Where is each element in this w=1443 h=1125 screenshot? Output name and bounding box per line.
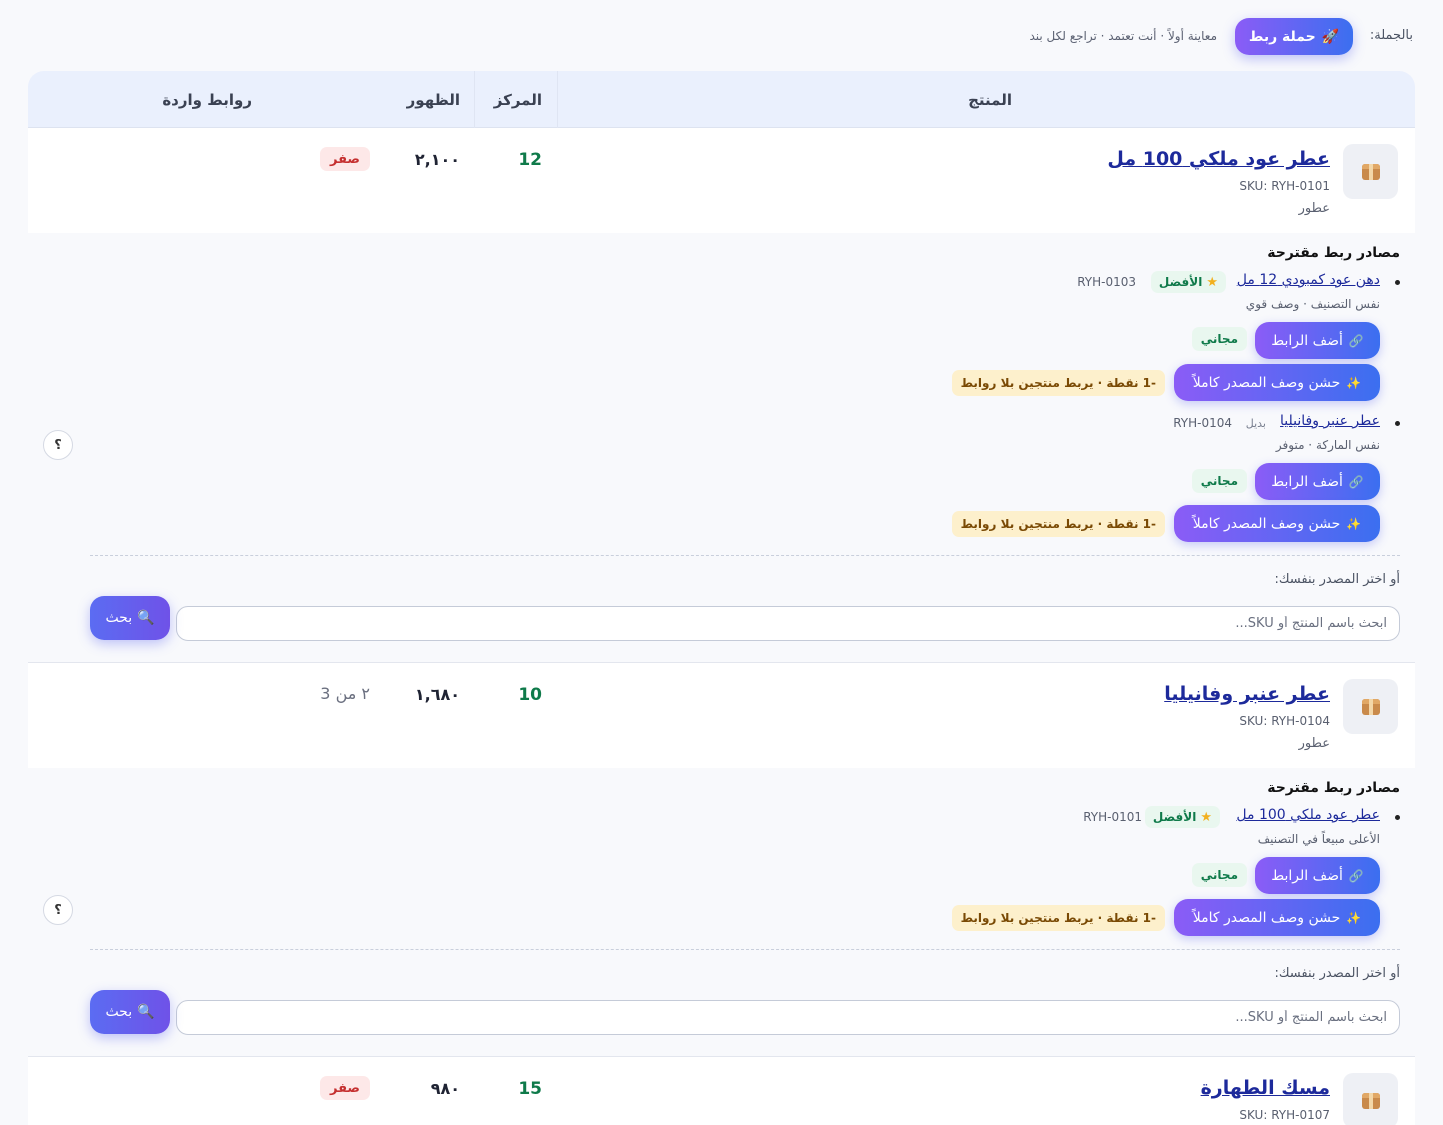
star-icon: ★ — [1206, 274, 1218, 290]
add-link-button[interactable]: 🔗 أضف الرابط — [1255, 463, 1380, 500]
dashed-divider — [90, 555, 1400, 556]
column-header-rank[interactable]: المركز — [494, 91, 542, 109]
package-icon — [1361, 1092, 1380, 1109]
dashed-divider — [90, 949, 1400, 950]
product-thumbnail — [1343, 1073, 1398, 1125]
star-icon: ★ — [1200, 809, 1212, 825]
best-label: الأفضل — [1158, 275, 1203, 289]
fill-description-label: حشن وصف المصدر كاملاً — [1192, 515, 1341, 532]
table-row: عطر عنبر وفانيليا SKU: RYH-0104 عطور 10 … — [28, 663, 1415, 768]
product-name-link[interactable]: مسك الطهارة — [1201, 1077, 1330, 1099]
rocket-icon: 🚀 — [1321, 28, 1340, 45]
product-sku: SKU: RYH-0107 — [1239, 1108, 1330, 1122]
fill-description-button[interactable]: ✨ حشن وصف المصدر كاملاً — [1174, 505, 1380, 542]
link-campaign-button[interactable]: 🚀 حملة ربط — [1235, 18, 1353, 55]
link-icon: 🔗 — [1348, 474, 1364, 489]
suggestion-product-link[interactable]: عطر عنبر وفانيليا — [1280, 413, 1380, 429]
rank-value: 12 — [518, 150, 542, 170]
fill-description-label: حشن وصف المصدر كاملاً — [1192, 909, 1341, 926]
suggestion-reason: الأعلى مبيعاً في التصنيف — [1257, 832, 1380, 846]
suggestion-sku: RYH-0104 — [1173, 416, 1232, 430]
link-icon: 🔗 — [1348, 868, 1364, 883]
search-input[interactable] — [176, 1000, 1400, 1035]
add-link-label: أضف الرابط — [1271, 332, 1343, 349]
product-sku: SKU: RYH-0104 — [1239, 714, 1330, 728]
sparkles-icon: ✨ — [1346, 910, 1362, 925]
magnifier-icon: 🔍 — [137, 1004, 155, 1020]
add-link-button[interactable]: 🔗 أضف الرابط — [1255, 857, 1380, 894]
column-divider — [557, 71, 558, 128]
cost-badge: -1 نقطة · يربط منتجين بلا روابط — [951, 370, 1165, 396]
list-bullet — [1395, 280, 1400, 285]
manual-source-label: أو اختر المصدر بنفسك: — [1274, 572, 1400, 587]
search-input[interactable] — [176, 606, 1400, 641]
suggestions-panel: ؟ مصادر ربط مقترحة عطر عود ملكي 100 مل ★… — [28, 768, 1415, 1056]
rank-value: 15 — [518, 1079, 542, 1099]
sparkles-icon: ✨ — [1346, 375, 1362, 390]
inbound-links-count: ٢ من 3 — [320, 684, 370, 703]
fill-description-button[interactable]: ✨ حشن وصف المصدر كاملاً — [1174, 364, 1380, 401]
table-row: عطر عود ملكي 100 مل SKU: RYH-0101 عطور 1… — [28, 128, 1415, 233]
views-value: ٢,١٠٠ — [414, 150, 460, 169]
search-button-label: بحث — [105, 1004, 133, 1020]
best-badge: ★ الأفضل — [1144, 806, 1220, 828]
best-label: الأفضل — [1152, 810, 1197, 824]
package-icon — [1361, 163, 1380, 180]
manual-source-label: أو اختر المصدر بنفسك: — [1274, 966, 1400, 981]
product-sku: SKU: RYH-0101 — [1239, 179, 1330, 193]
help-button[interactable]: ؟ — [43, 895, 73, 925]
suggestion-reason: نفس الماركة · متوفر — [1275, 438, 1380, 452]
table-row: مسك الطهارة SKU: RYH-0107 15 ٩٨٠ صفر — [28, 1057, 1415, 1125]
column-header-inbound-links[interactable]: روابط واردة — [162, 91, 252, 109]
suggestion-product-link[interactable]: عطر عود ملكي 100 مل — [1236, 807, 1380, 823]
product-name-link[interactable]: عطر عود ملكي 100 مل — [1107, 148, 1330, 170]
sparkles-icon: ✨ — [1346, 516, 1362, 531]
table-header: المنتج المركز الظهور روابط واردة — [28, 71, 1415, 128]
suggestions-title: مصادر ربط مقترحة — [1267, 780, 1400, 796]
rank-value: 10 — [518, 685, 542, 705]
views-value: ١,٦٨٠ — [414, 685, 460, 704]
search-button[interactable]: 🔍 بحث — [90, 990, 170, 1034]
search-button-label: بحث — [105, 610, 133, 626]
free-badge: مجاني — [1191, 327, 1247, 351]
product-category: عطور — [1298, 736, 1330, 751]
product-category: عطور — [1298, 201, 1330, 216]
suggestion-sku: RYH-0103 — [1077, 275, 1136, 289]
inbound-links-badge: صفر — [319, 1076, 370, 1100]
add-link-button[interactable]: 🔗 أضف الرابط — [1255, 322, 1380, 359]
product-name-link[interactable]: عطر عنبر وفانيليا — [1164, 683, 1330, 705]
inbound-links-badge: صفر — [319, 147, 370, 171]
product-thumbnail — [1343, 679, 1398, 734]
magnifier-icon: 🔍 — [137, 610, 155, 626]
link-campaign-label: حملة ربط — [1248, 28, 1316, 45]
suggestion-product-link[interactable]: دهن عود كمبودي 12 مل — [1237, 272, 1380, 288]
add-link-label: أضف الرابط — [1271, 473, 1343, 490]
column-divider — [474, 71, 475, 128]
suggestions-panel: ؟ مصادر ربط مقترحة دهن عود كمبودي 12 مل … — [28, 233, 1415, 662]
fill-description-button[interactable]: ✨ حشن وصف المصدر كاملاً — [1174, 899, 1380, 936]
fill-description-label: حشن وصف المصدر كاملاً — [1192, 374, 1341, 391]
cost-badge: -1 نقطة · يربط منتجين بلا روابط — [951, 511, 1165, 537]
column-header-views[interactable]: الظهور — [407, 91, 460, 109]
cost-badge: -1 نقطة · يربط منتجين بلا روابط — [951, 905, 1165, 931]
suggestion-reason: نفس التصنيف · وصف قوي — [1245, 297, 1380, 311]
link-icon: 🔗 — [1348, 333, 1364, 348]
alternative-label: بديل — [1245, 417, 1266, 430]
best-badge: ★ الأفضل — [1150, 271, 1226, 293]
list-bullet — [1395, 421, 1400, 426]
column-header-product[interactable]: المنتج — [968, 91, 1012, 109]
search-button[interactable]: 🔍 بحث — [90, 596, 170, 640]
free-badge: مجاني — [1191, 469, 1247, 493]
help-button[interactable]: ؟ — [43, 430, 73, 460]
list-bullet — [1395, 815, 1400, 820]
bulk-hint: معاينة أولاً · أنت تعتمد · تراجع لكل بند — [1029, 29, 1217, 43]
free-badge: مجاني — [1191, 863, 1247, 887]
add-link-label: أضف الرابط — [1271, 867, 1343, 884]
package-icon — [1361, 698, 1380, 715]
product-thumbnail — [1343, 144, 1398, 199]
bulk-label: بالجملة: — [1369, 28, 1413, 43]
views-value: ٩٨٠ — [430, 1079, 460, 1098]
suggestion-sku: RYH-0101 — [1083, 810, 1142, 824]
suggestions-title: مصادر ربط مقترحة — [1267, 245, 1400, 261]
